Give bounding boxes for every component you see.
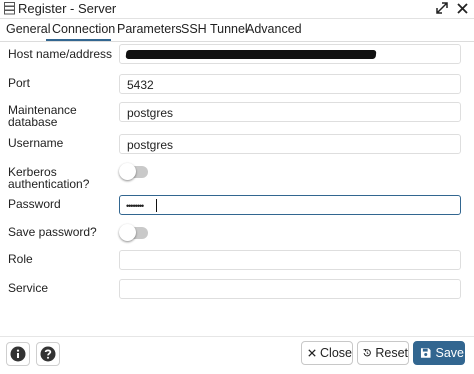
help-button[interactable]: [36, 342, 60, 366]
service-label: Service: [8, 281, 49, 295]
maximize-icon: [436, 2, 448, 14]
reset-icon: [363, 349, 371, 357]
kerberos-toggle-knob: [119, 163, 136, 180]
save-button-label: Save: [435, 346, 465, 360]
close-button-label: Close: [320, 346, 352, 360]
tab-connection[interactable]: Connection: [52, 21, 115, 39]
kerberos-label-line2: authentication?: [8, 177, 90, 191]
server-icon: [4, 2, 15, 15]
dialog-title: Register - Server: [18, 1, 117, 16]
host-label: Host name/address: [8, 47, 113, 61]
info-button[interactable]: [6, 342, 30, 366]
maintenance-db-label-line2: database: [8, 115, 58, 129]
save-button[interactable]: Save: [413, 341, 465, 365]
tab-ssh-tunnel[interactable]: SSH Tunnel: [181, 21, 248, 39]
role-input[interactable]: [119, 250, 461, 270]
port-input[interactable]: 5432: [119, 74, 461, 94]
reset-button[interactable]: Reset: [357, 341, 409, 365]
tab-bar: General Connection Parameters SSH Tunnel…: [0, 19, 474, 42]
port-label: Port: [8, 76, 31, 90]
role-label: Role: [8, 252, 33, 266]
help-icon: [40, 346, 56, 362]
dialog-titlebar: Register - Server: [0, 0, 474, 19]
kerberos-toggle[interactable]: [119, 163, 148, 180]
text-caret: [156, 199, 157, 212]
service-input[interactable]: [119, 279, 461, 299]
save-icon: [420, 348, 431, 358]
tab-general[interactable]: General: [6, 21, 50, 39]
info-icon: [10, 346, 26, 362]
close-icon: [456, 2, 468, 14]
close-button[interactable]: Close: [301, 341, 353, 365]
active-tab-indicator: [46, 39, 111, 41]
host-input[interactable]: [119, 44, 461, 64]
maximize-button[interactable]: [434, 0, 450, 16]
password-label: Password: [8, 197, 61, 211]
password-input[interactable]: ••••••••: [119, 195, 461, 215]
password-value: ••••••••: [126, 201, 144, 211]
tab-parameters[interactable]: Parameters: [117, 21, 182, 39]
tab-advanced[interactable]: Advanced: [246, 21, 302, 39]
save-password-toggle-knob: [119, 224, 136, 241]
reset-button-label: Reset: [375, 346, 408, 360]
save-password-toggle[interactable]: [119, 224, 148, 241]
host-value-redaction: [125, 50, 377, 59]
username-input[interactable]: postgres: [119, 134, 461, 154]
maintenance-db-input[interactable]: postgres: [119, 102, 461, 122]
close-dialog-button[interactable]: [454, 0, 470, 16]
save-password-label: Save password?: [8, 225, 97, 239]
close-x-icon: [308, 349, 316, 357]
dialog-footer: Close Reset Save: [0, 336, 474, 374]
username-label: Username: [8, 136, 64, 150]
